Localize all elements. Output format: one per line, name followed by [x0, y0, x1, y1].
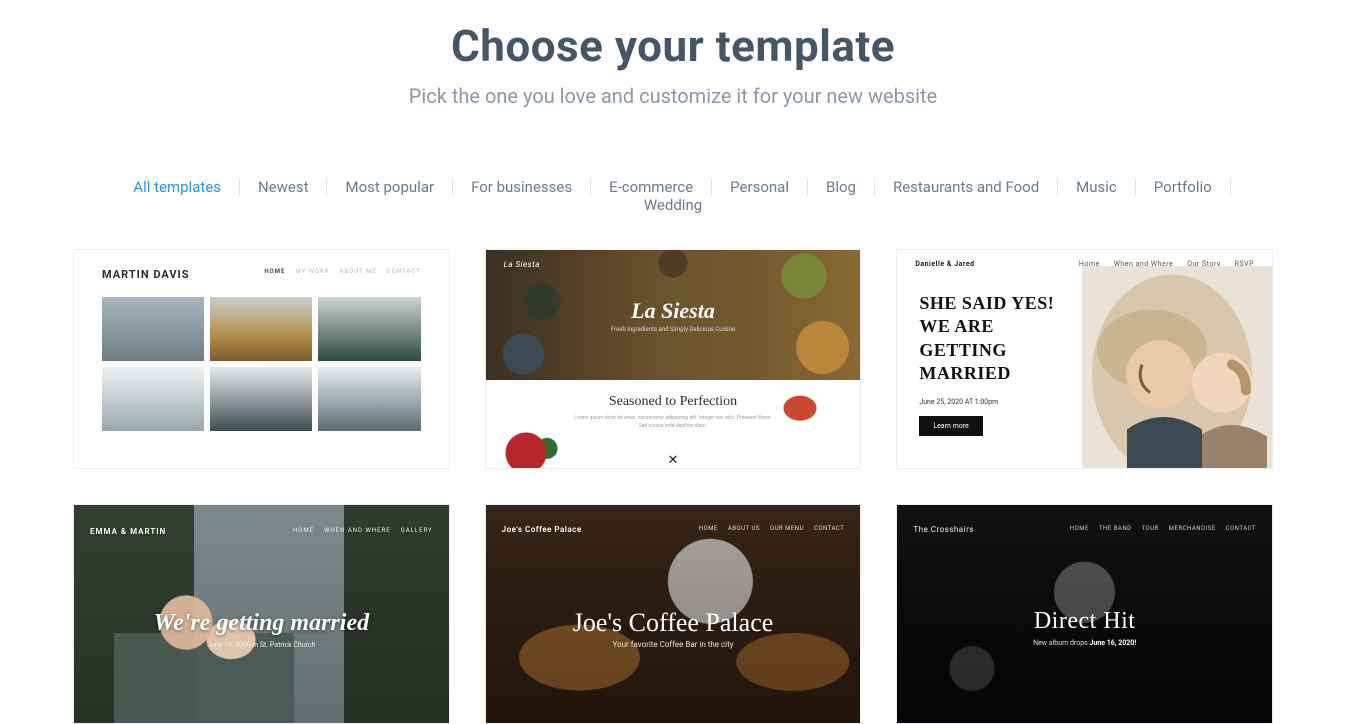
filter-ecommerce[interactable]: E-commerce: [591, 178, 712, 196]
gallery-image-icon: [318, 367, 420, 431]
gallery-image-icon: [102, 297, 204, 361]
nav-item: GALLERY: [401, 527, 433, 534]
nav-item: HOME: [1070, 525, 1089, 532]
hero-title: La Siesta: [631, 298, 715, 324]
hero-subtitle: Your favorite Coffee Bar in the city: [612, 640, 733, 649]
nav-item: CONTACT: [814, 525, 844, 532]
filter-personal[interactable]: Personal: [712, 178, 808, 196]
section-text: Lorem ipsum dolor sit amet, consectetur …: [573, 415, 773, 430]
filter-newest[interactable]: Newest: [240, 178, 328, 196]
template-nav: HOME ABOUT US OUR MENU CONTACT: [699, 525, 845, 532]
nav-item: WHEN AND WHERE: [324, 527, 391, 534]
template-filter-tabs: All templates Newest Most popular For bu…: [73, 178, 1273, 214]
nav-item: HOME: [264, 268, 285, 281]
template-nav: HOME WHEN AND WHERE GALLERY: [293, 527, 433, 534]
templates-grid: MARTIN DAVIS HOME MY WORK ABOUT ME CONTA…: [73, 249, 1273, 724]
nav-item: THE BAND: [1099, 525, 1132, 532]
filter-music[interactable]: Music: [1058, 178, 1136, 196]
hero-subtitle: New album drops June 16, 2020!: [1033, 639, 1136, 647]
filter-wedding[interactable]: Wedding: [626, 196, 720, 214]
template-nav: HOME THE BAND TOUR MERCHANDISE CONTACT: [1070, 525, 1256, 532]
page-subtitle: Pick the one you love and customize it f…: [73, 84, 1273, 108]
hero-title: Direct Hit: [1034, 608, 1136, 635]
nav-item: HOME: [293, 527, 314, 534]
hero-subtitle: Fresh Ingredients and Simply Delicious C…: [611, 326, 735, 333]
nav-item: ABOUT US: [728, 525, 760, 532]
gallery-image-icon: [102, 367, 204, 431]
filter-most-popular[interactable]: Most popular: [327, 178, 453, 196]
nav-item: ABOUT ME: [340, 268, 377, 281]
hero-title: We're getting married: [154, 610, 370, 637]
nav-item: CONTACT: [387, 268, 421, 281]
nav-item: TOUR: [1142, 525, 1159, 532]
couple-photo-icon: [1082, 266, 1272, 468]
gallery-image-icon: [318, 297, 420, 361]
template-nav: HOME MY WORK ABOUT ME CONTACT: [264, 268, 420, 281]
nav-item: CONTACT: [1226, 525, 1256, 532]
utensils-icon: ✕: [668, 453, 679, 468]
filter-blog[interactable]: Blog: [808, 178, 875, 196]
gallery-image-icon: [210, 297, 312, 361]
template-card-martin-davis[interactable]: MARTIN DAVIS HOME MY WORK ABOUT ME CONTA…: [73, 249, 450, 469]
nav-item: OUR MENU: [770, 525, 804, 532]
template-card-she-said-yes[interactable]: Danielle & Jared Home When and Where Our…: [896, 249, 1273, 469]
template-brand: Joe's Coffee Palace: [502, 525, 582, 534]
template-brand: The Crosshairs: [913, 525, 974, 534]
nav-item: HOME: [699, 525, 718, 532]
filter-restaurants-food[interactable]: Restaurants and Food: [875, 178, 1058, 196]
template-brand: EMMA & MARTIN: [90, 527, 166, 536]
template-brand: La Siesta: [504, 260, 540, 269]
food-image-icon: [768, 384, 832, 428]
food-image-icon: [498, 430, 568, 469]
learn-more-button: Learn more: [919, 416, 982, 436]
template-logo: Danielle & Jared: [915, 260, 974, 268]
filter-all-templates[interactable]: All templates: [115, 178, 240, 196]
template-card-la-siesta[interactable]: La Siesta La Siesta Fresh Ingredients an…: [485, 249, 862, 469]
template-card-emma-martin[interactable]: EMMA & MARTIN HOME WHEN AND WHERE GALLER…: [73, 504, 450, 724]
template-card-coffee-palace[interactable]: Joe's Coffee Palace HOME ABOUT US OUR ME…: [485, 504, 862, 724]
filter-portfolio[interactable]: Portfolio: [1136, 178, 1231, 196]
template-logo: MARTIN DAVIS: [102, 268, 190, 281]
nav-item: MY WORK: [295, 268, 329, 281]
template-card-direct-hit[interactable]: The Crosshairs HOME THE BAND TOUR MERCHA…: [896, 504, 1273, 724]
filter-for-businesses[interactable]: For businesses: [453, 178, 591, 196]
event-date: June 18, 2020 in St. Patrick Church: [154, 641, 370, 649]
page-title: Choose your template: [73, 20, 1273, 72]
gallery-image-icon: [210, 367, 312, 431]
nav-item: MERCHANDISE: [1169, 525, 1216, 532]
event-date: June 25, 2020 AT 1:00pm: [919, 398, 1067, 406]
hero-title: SHE SAID YES! WE ARE GETTING MARRIED: [919, 292, 1067, 386]
hero-title: Joe's Coffee Palace: [573, 608, 774, 638]
